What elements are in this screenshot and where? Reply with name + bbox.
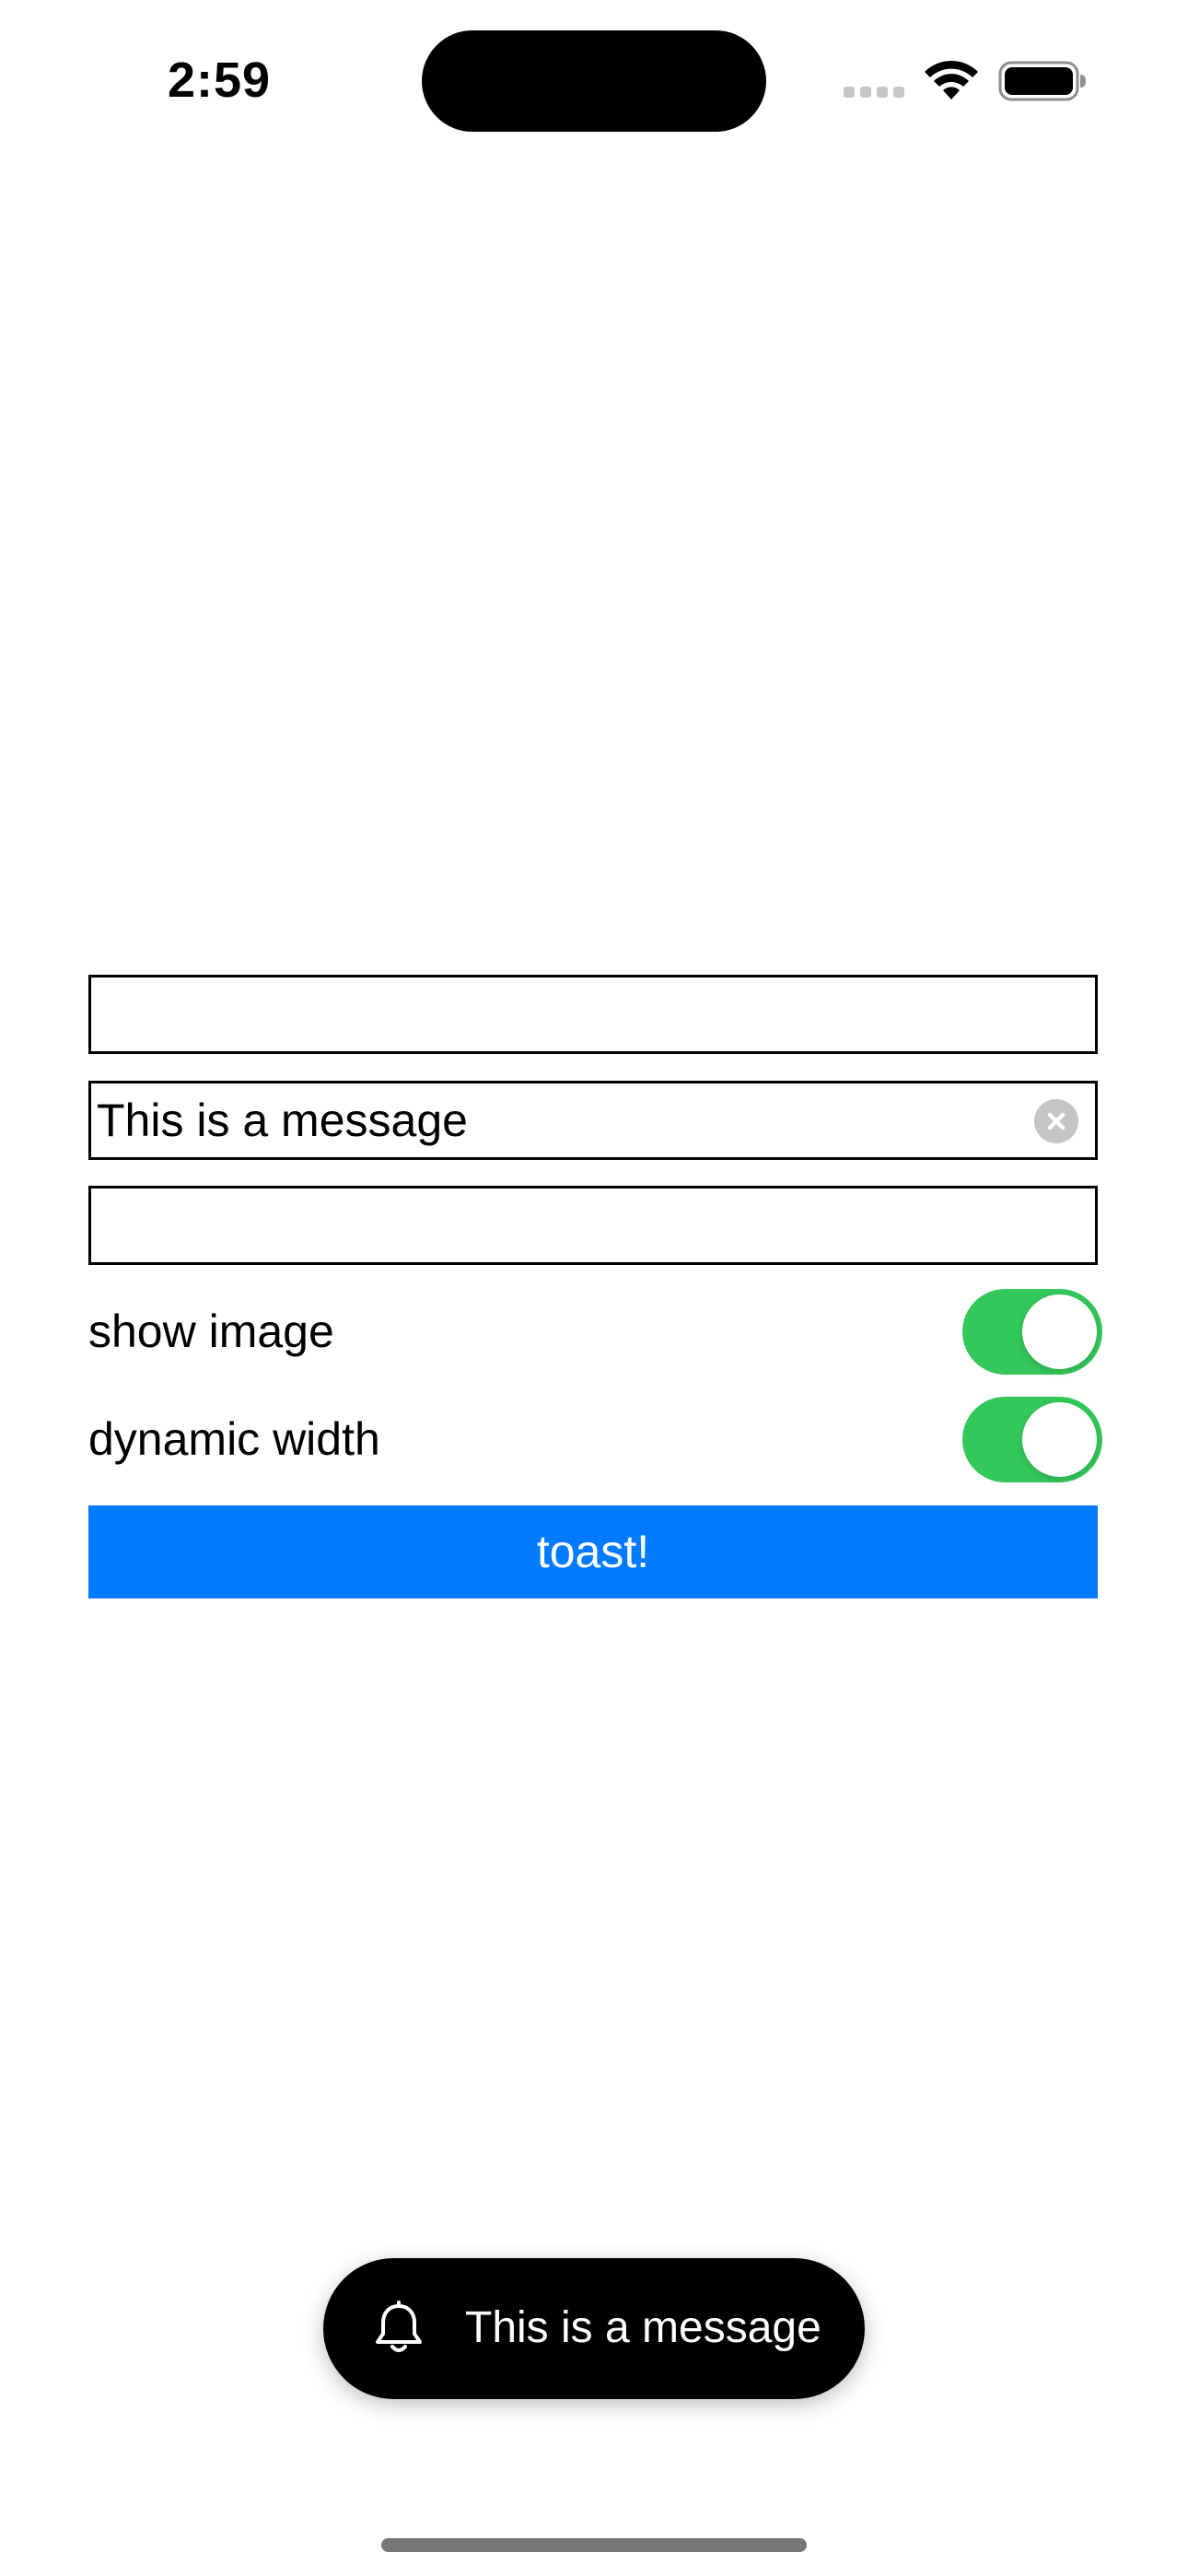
show-image-label: show image (88, 1306, 334, 1357)
home-indicator[interactable] (381, 2538, 807, 2552)
clear-x-icon (1047, 1112, 1066, 1130)
switch-knob (1022, 1294, 1097, 1369)
wifi-icon (925, 60, 978, 100)
toast-button[interactable]: toast! (88, 1505, 1098, 1598)
message-input[interactable] (91, 1083, 1095, 1157)
text-field-3[interactable] (88, 1186, 1098, 1265)
text-field-1-input[interactable] (91, 978, 1095, 1051)
status-time: 2:59 (168, 53, 272, 108)
cellular-signal-icon (844, 87, 904, 98)
text-field-3-input[interactable] (91, 1188, 1095, 1262)
text-field-1[interactable] (88, 975, 1098, 1054)
toast-notification: This is a message (323, 2258, 865, 2399)
bell-icon (376, 2301, 422, 2352)
dynamic-width-label: dynamic width (88, 1413, 380, 1465)
toast-message: This is a message (465, 2303, 821, 2352)
clear-text-button[interactable] (1034, 1099, 1078, 1143)
dynamic-island (422, 30, 766, 132)
dynamic-width-switch[interactable] (962, 1397, 1102, 1482)
battery-icon (998, 61, 1086, 101)
show-image-switch[interactable] (962, 1289, 1102, 1375)
switch-knob (1022, 1402, 1097, 1477)
message-text-field[interactable] (88, 1081, 1098, 1160)
